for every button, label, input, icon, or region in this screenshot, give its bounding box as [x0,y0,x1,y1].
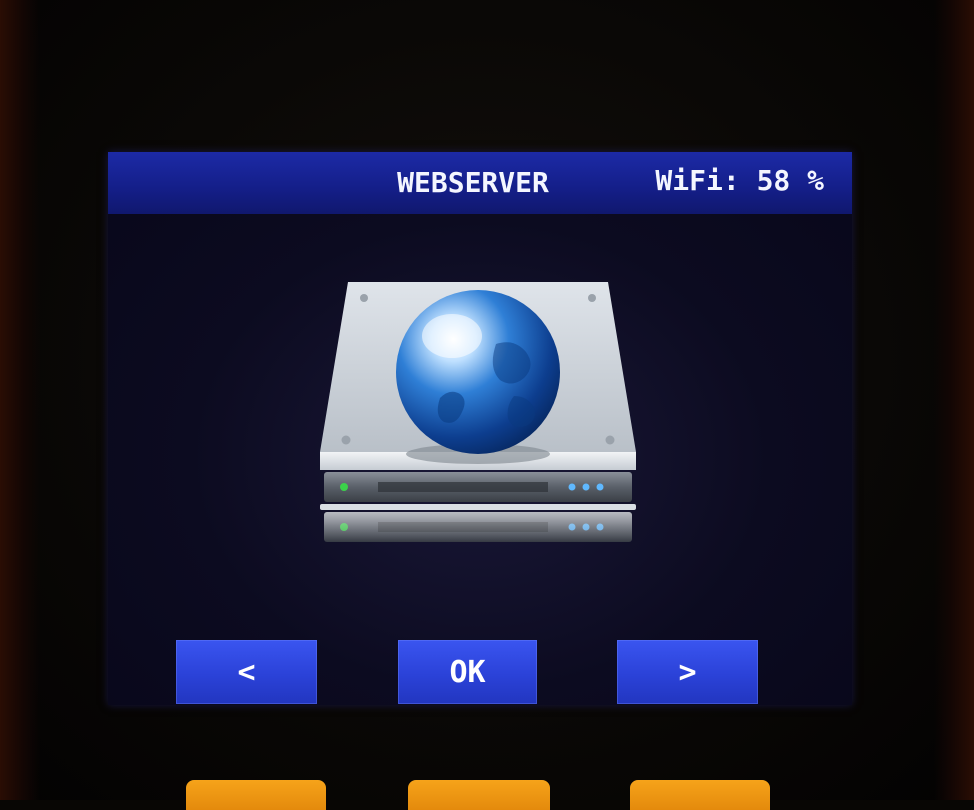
device-edge-left [0,0,40,800]
ok-button[interactable]: OK [398,640,537,704]
prev-button[interactable]: < [176,640,317,704]
title-bar: WEBSERVER WiFi: 58 % [108,152,852,214]
webserver-globe-icon [318,278,638,558]
device-edge-right [934,0,974,800]
wifi-status: WiFi: 58 % [655,164,824,197]
hardware-key-left[interactable] [186,780,326,810]
hardware-key-right[interactable] [630,780,770,810]
next-button[interactable]: > [617,640,758,704]
hardware-key-center[interactable] [408,780,550,810]
device-screen: WEBSERVER WiFi: 58 % < OK > [108,152,852,705]
page-title: WEBSERVER [397,166,549,199]
